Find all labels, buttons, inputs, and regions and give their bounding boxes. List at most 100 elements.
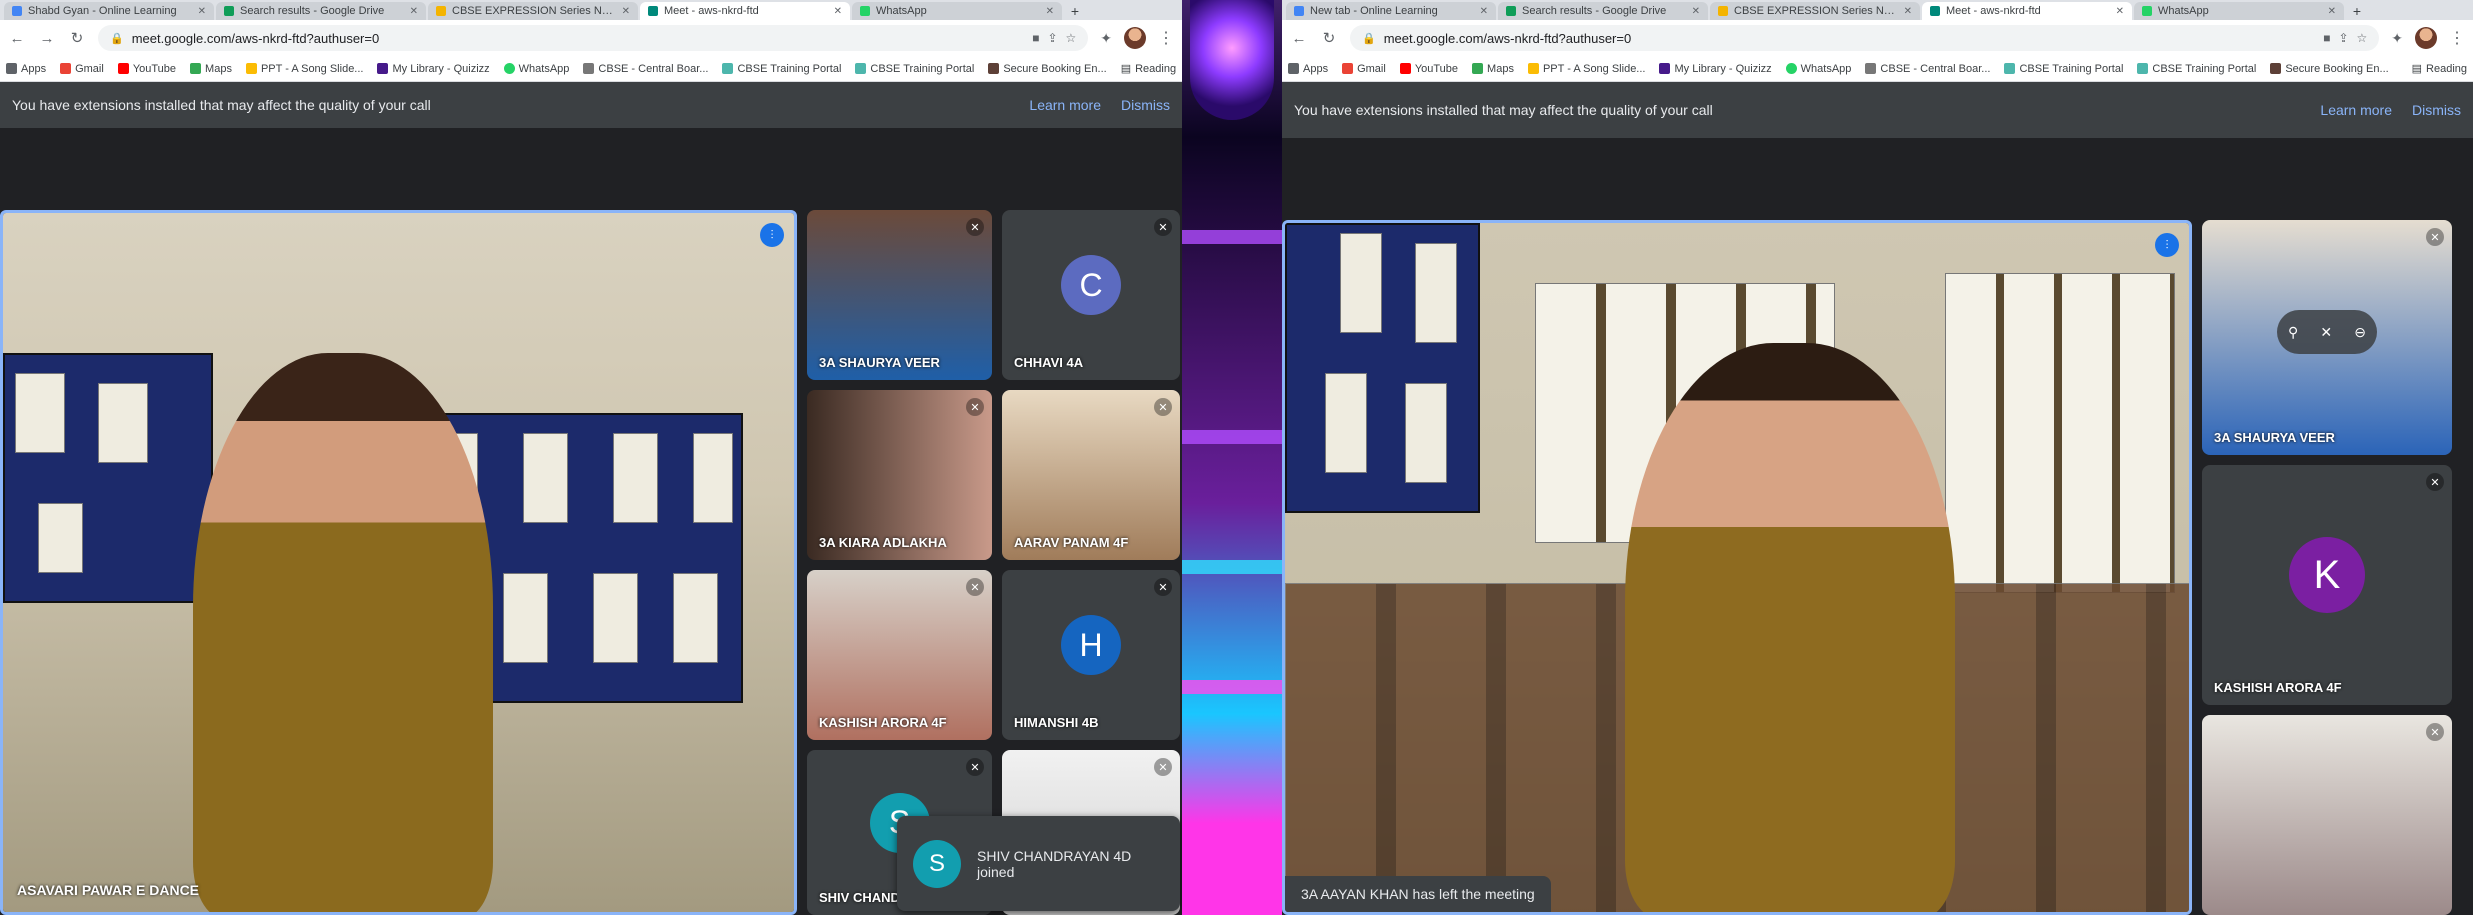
poster [1325, 373, 1367, 473]
extensions-icon[interactable]: ✦ [1100, 30, 1112, 47]
camera-icon[interactable]: ■ [2323, 31, 2330, 45]
omnibox[interactable]: 🔒 meet.google.com/aws-nkrd-ftd?authuser=… [1350, 25, 2380, 51]
bookmark-item[interactable]: Gmail [1342, 63, 1386, 75]
bookmark-item[interactable]: YouTube [1399, 63, 1458, 75]
share-icon[interactable]: ⇪ [2338, 31, 2348, 45]
cbse-icon [1865, 63, 1877, 74]
bookmark-item[interactable]: Secure Booking En... [2270, 63, 2389, 75]
reading-list-button[interactable]: ▤ Reading [1121, 62, 1176, 76]
participant-tile[interactable]: C ✕ CHHAVI 4A [1002, 210, 1180, 380]
close-icon[interactable]: ✕ [1480, 6, 1488, 17]
close-icon[interactable]: ✕ [410, 6, 418, 17]
bookmark-item[interactable]: Gmail [60, 63, 104, 75]
tab-favicon-icon [1294, 6, 1304, 16]
main-speaker-tile[interactable]: ⫶ ASAVARI PAWAR E DANCE [0, 210, 797, 915]
learn-more-link[interactable]: Learn more [2320, 102, 2392, 118]
participant-tile[interactable]: ✕ [2202, 715, 2452, 915]
omnibox[interactable]: 🔒 meet.google.com/aws-nkrd-ftd?authuser=… [98, 25, 1089, 51]
close-icon[interactable]: ✕ [1046, 6, 1054, 17]
participant-tile[interactable]: ✕ AARAV PANAM 4F [1002, 390, 1180, 560]
close-icon[interactable]: ✕ [622, 6, 630, 17]
bookmark-item[interactable]: CBSE Training Portal [855, 63, 974, 75]
meet-stage: ⫶ 3A AAYAN KHAN has left the meeting ✕ ⚲… [1282, 138, 2473, 915]
drive-icon [224, 6, 234, 16]
browser-tab-active[interactable]: Meet - aws-nkrd-ftd ✕ [640, 2, 850, 20]
youtube-icon [1399, 63, 1411, 74]
new-tab-button[interactable]: + [2346, 2, 2368, 20]
dismiss-button[interactable]: Dismiss [2412, 102, 2461, 118]
reading-list-button[interactable]: ▤ Reading [2412, 62, 2467, 76]
poster [613, 433, 658, 523]
participant-tile[interactable]: ✕ ⚲ ✕ ⊖ 3A SHAURYA VEER [2202, 220, 2452, 455]
bookmark-item[interactable]: PPT - A Song Slide... [1527, 63, 1645, 75]
glow-stripe [1182, 230, 1282, 244]
participant-tile[interactable]: K ✕ KASHISH ARORA 4F [2202, 465, 2452, 705]
back-icon[interactable]: ← [8, 30, 26, 47]
close-icon[interactable]: ✕ [198, 6, 206, 17]
camera-icon[interactable]: ■ [1032, 31, 1039, 45]
bookmark-item[interactable]: CBSE Training Portal [2004, 63, 2123, 75]
speaking-indicator-icon: ⫶ [2155, 233, 2179, 257]
bookmark-item[interactable]: Apps [6, 63, 46, 75]
reload-icon[interactable]: ↻ [1320, 29, 1338, 47]
reload-icon[interactable]: ↻ [68, 29, 86, 47]
browser-tab[interactable]: CBSE EXPRESSION Series Natu... ✕ [1710, 2, 1920, 20]
forward-icon[interactable]: → [38, 30, 56, 47]
star-icon[interactable]: ☆ [1066, 31, 1077, 45]
share-icon[interactable]: ⇪ [1047, 31, 1057, 45]
participant-tile[interactable]: ✕ 3A KIARA ADLAKHA [807, 390, 992, 560]
browser-tab[interactable]: Search results - Google Drive ✕ [1498, 2, 1708, 20]
bookmark-item[interactable]: My Library - Quizizz [377, 63, 490, 75]
browser-tab[interactable]: CBSE EXPRESSION Series Natu... ✕ [428, 2, 638, 20]
bookmark-item[interactable]: YouTube [117, 63, 176, 75]
close-icon[interactable]: ✕ [2116, 6, 2124, 17]
pin-icon[interactable]: ⚲ [2288, 324, 2298, 341]
url-text: meet.google.com/aws-nkrd-ftd?authuser=0 [131, 30, 380, 46]
browser-tab[interactable]: WhatsApp ✕ [2134, 2, 2344, 20]
bookmark-item[interactable]: WhatsApp [1785, 63, 1851, 75]
close-icon[interactable]: ✕ [834, 6, 842, 17]
learn-more-link[interactable]: Learn more [1029, 97, 1101, 113]
participant-tile[interactable]: H ✕ HIMANSHI 4B [1002, 570, 1180, 740]
close-icon[interactable]: ✕ [1904, 6, 1912, 17]
bookmark-item[interactable]: My Library - Quizizz [1659, 63, 1772, 75]
participant-tile[interactable]: ✕ 3A SHAURYA VEER [807, 210, 992, 380]
browser-tab[interactable]: Search results - Google Drive ✕ [216, 2, 426, 20]
mic-off-icon: ✕ [2426, 228, 2444, 246]
menu-kebab-icon[interactable]: ⋮ [1158, 28, 1174, 48]
close-icon[interactable]: ✕ [2328, 6, 2336, 17]
tab-favicon-icon [1718, 6, 1728, 16]
bookmark-item[interactable]: CBSE Training Portal [2137, 63, 2256, 75]
browser-tab-active[interactable]: Meet - aws-nkrd-ftd ✕ [1922, 2, 2132, 20]
browser-tab[interactable]: WhatsApp ✕ [852, 2, 1062, 20]
bookmark-item[interactable]: CBSE - Central Boar... [1865, 63, 1990, 75]
browser-tab[interactable]: Shabd Gyan - Online Learning ✕ [4, 2, 214, 20]
bookmark-item[interactable]: WhatsApp [503, 63, 569, 75]
youtube-icon [117, 63, 129, 74]
dismiss-button[interactable]: Dismiss [1121, 97, 1170, 113]
browser-tab[interactable]: New tab - Online Learning ✕ [1286, 2, 1496, 20]
new-tab-button[interactable]: + [1064, 2, 1086, 20]
mic-off-icon: ✕ [1154, 578, 1172, 596]
mic-off-icon: ✕ [966, 578, 984, 596]
bookmark-item[interactable]: Apps [1288, 63, 1328, 75]
menu-kebab-icon[interactable]: ⋮ [2449, 28, 2465, 48]
remove-icon[interactable]: ⊖ [2354, 324, 2366, 341]
avatar[interactable] [1124, 27, 1146, 49]
bookmark-item[interactable]: CBSE - Central Boar... [583, 63, 708, 75]
main-speaker-tile[interactable]: ⫶ 3A AAYAN KHAN has left the meeting [1282, 220, 2192, 915]
mute-icon[interactable]: ✕ [2320, 324, 2332, 341]
bookmark-item[interactable]: Secure Booking En... [988, 63, 1107, 75]
bookmark-item[interactable]: Maps [1472, 63, 1514, 75]
back-icon[interactable]: ← [1290, 30, 1308, 47]
avatar[interactable] [2415, 27, 2437, 49]
bookmark-item[interactable]: CBSE Training Portal [722, 63, 841, 75]
close-icon[interactable]: ✕ [1692, 6, 1700, 17]
participant-tile[interactable]: ✕ KASHISH ARORA 4F [807, 570, 992, 740]
booking-icon [988, 63, 1000, 74]
bookmark-item[interactable]: Maps [190, 63, 232, 75]
extensions-icon[interactable]: ✦ [2391, 30, 2403, 47]
maps-icon [190, 63, 202, 74]
star-icon[interactable]: ☆ [2357, 31, 2368, 45]
bookmark-item[interactable]: PPT - A Song Slide... [245, 63, 363, 75]
